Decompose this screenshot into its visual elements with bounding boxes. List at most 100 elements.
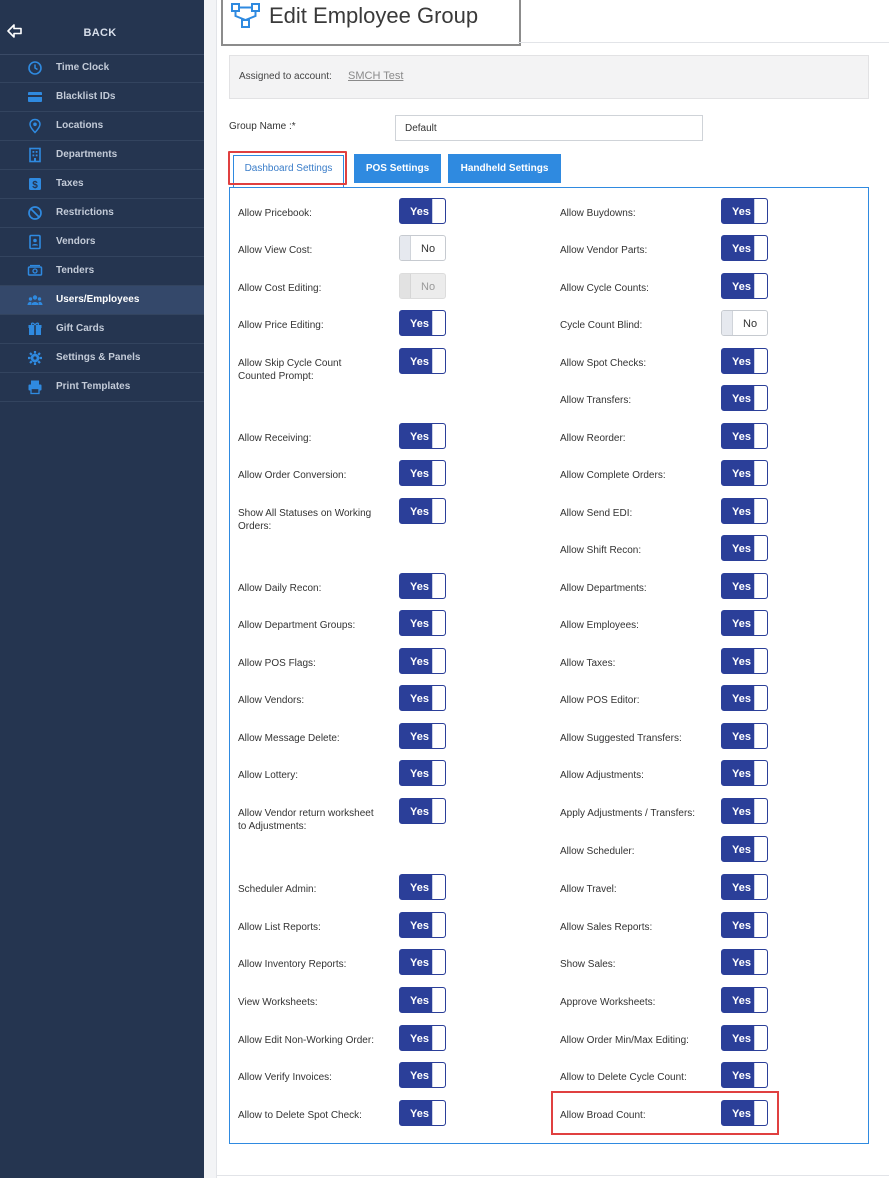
toggle-state: Yes (732, 656, 751, 668)
toggle-scheduler-admin[interactable]: Yes (399, 874, 446, 900)
toggle-knob (432, 875, 445, 899)
tab-pos-settings[interactable]: POS Settings (354, 154, 441, 183)
toggle-allow-skip-cycle-count-counted-prompt[interactable]: Yes (399, 348, 446, 374)
toggle-allow-sales-reports[interactable]: Yes (721, 912, 768, 938)
toggle-allow-transfers[interactable]: Yes (721, 385, 768, 411)
toggle-allow-spot-checks[interactable]: Yes (721, 348, 768, 374)
toggle-allow-reorder[interactable]: Yes (721, 423, 768, 449)
sidebar-item-label: Blacklist IDs (56, 91, 116, 102)
toggle-allow-vendor-return-worksheet-to-adjustments[interactable]: Yes (399, 798, 446, 824)
toggle-allow-daily-recon[interactable]: Yes (399, 573, 446, 599)
label-allow-vendor-parts: Allow Vendor Parts: (560, 245, 648, 256)
toggle-allow-buydowns[interactable]: Yes (721, 198, 768, 224)
toggle-allow-departments[interactable]: Yes (721, 573, 768, 599)
toggle-allow-lottery[interactable]: Yes (399, 760, 446, 786)
sidebar-item-restrictions[interactable]: Restrictions (0, 199, 204, 228)
toggle-allow-pos-flags[interactable]: Yes (399, 648, 446, 674)
toggle-allow-to-delete-spot-check[interactable]: Yes (399, 1100, 446, 1126)
toggle-allow-adjustments[interactable]: Yes (721, 760, 768, 786)
toggle-allow-order-conversion[interactable]: Yes (399, 460, 446, 486)
label-scheduler-admin: Scheduler Admin: (238, 884, 317, 895)
label-allow-department-groups: Allow Department Groups: (238, 620, 356, 631)
sidebar-edge (204, 0, 217, 1178)
toggle-allow-receiving[interactable]: Yes (399, 423, 446, 449)
toggle-allow-travel[interactable]: Yes (721, 874, 768, 900)
toggle-show-sales[interactable]: Yes (721, 949, 768, 975)
toggle-allow-vendor-parts[interactable]: Yes (721, 235, 768, 261)
group-name-value: Default (405, 123, 437, 134)
toggle-allow-order-min-max-editing[interactable]: Yes (721, 1025, 768, 1051)
toggle-view-worksheets[interactable]: Yes (399, 987, 446, 1013)
sidebar-item-vendors[interactable]: Vendors (0, 228, 204, 257)
sidebar-item-users-employees[interactable]: Users/Employees (0, 286, 204, 315)
sidebar-item-settings-panels[interactable]: Settings & Panels (0, 344, 204, 373)
label-allow-pricebook: Allow Pricebook: (238, 208, 312, 219)
account-link[interactable]: SMCH Test (348, 70, 403, 82)
tab-handheld-settings[interactable]: Handheld Settings (448, 154, 561, 183)
sidebar-item-blacklist-ids[interactable]: Blacklist IDs (0, 83, 204, 112)
id-card-icon (28, 92, 42, 102)
group-name-input[interactable]: Default (395, 115, 703, 141)
toggle-allow-shift-recon[interactable]: Yes (721, 535, 768, 561)
sidebar-item-label: Departments (56, 149, 118, 160)
back-button[interactable]: BACK (0, 14, 204, 55)
toggle-knob (754, 1026, 767, 1050)
header-divider (518, 42, 889, 43)
label-allow-view-cost: Allow View Cost: (238, 245, 313, 256)
sidebar-item-gift-cards[interactable]: Gift Cards (0, 315, 204, 344)
sidebar-item-print-templates[interactable]: Print Templates (0, 373, 204, 402)
toggle-state: No (421, 281, 436, 293)
sidebar-item-departments[interactable]: Departments (0, 141, 204, 170)
toggle-allow-department-groups[interactable]: Yes (399, 610, 446, 636)
toggle-allow-message-delete[interactable]: Yes (399, 723, 446, 749)
sidebar-item-time-clock[interactable]: Time Clock (0, 54, 204, 83)
toggle-allow-view-cost[interactable]: No (399, 235, 446, 261)
sidebar-item-label: Vendors (56, 236, 96, 247)
toggle-allow-edit-non-working-order[interactable]: Yes (399, 1025, 446, 1051)
label-view-worksheets: View Worksheets: (238, 997, 318, 1008)
toggle-allow-complete-orders[interactable]: Yes (721, 460, 768, 486)
building-icon (29, 147, 41, 163)
toggle-knob (432, 424, 445, 448)
label-apply-adjustments-transfers: Apply Adjustments / Transfers: (560, 808, 696, 819)
back-label: BACK (83, 27, 117, 39)
toggle-state: Yes (732, 731, 751, 743)
toggle-allow-taxes[interactable]: Yes (721, 648, 768, 674)
toggle-allow-vendors[interactable]: Yes (399, 685, 446, 711)
toggle-allow-broad-count[interactable]: Yes (721, 1100, 768, 1126)
toggle-allow-send-edi[interactable]: Yes (721, 498, 768, 524)
toggle-apply-adjustments-transfers[interactable]: Yes (721, 798, 768, 824)
gear-icon (28, 351, 42, 365)
toggle-state: Yes (732, 1033, 751, 1045)
toggle-state: Yes (732, 206, 751, 218)
toggle-allow-pricebook[interactable]: Yes (399, 198, 446, 224)
toggle-allow-pos-editor[interactable]: Yes (721, 685, 768, 711)
toggle-knob (754, 574, 767, 598)
toggle-allow-scheduler[interactable]: Yes (721, 836, 768, 862)
label-allow-skip-cycle-count-counted-prompt: Allow Skip Cycle Count Counted Prompt: (238, 358, 342, 382)
toggle-allow-cycle-counts[interactable]: Yes (721, 273, 768, 299)
toggle-cycle-count-blind[interactable]: No (721, 310, 768, 336)
sidebar-item-taxes[interactable]: $ Taxes (0, 170, 204, 199)
toggle-allow-list-reports[interactable]: Yes (399, 912, 446, 938)
toggle-show-all-statuses-on-working-orders[interactable]: Yes (399, 498, 446, 524)
toggle-state: No (421, 243, 436, 255)
toggle-allow-employees[interactable]: Yes (721, 610, 768, 636)
sidebar-item-locations[interactable]: Locations (0, 112, 204, 141)
label-show-all-statuses-on-working-orders: Show All Statuses on Working Orders: (238, 508, 372, 532)
toggle-allow-price-editing[interactable]: Yes (399, 310, 446, 336)
toggle-allow-suggested-transfers[interactable]: Yes (721, 723, 768, 749)
toggle-knob (432, 1063, 445, 1087)
toggle-knob (432, 499, 445, 523)
toggle-knob (754, 761, 767, 785)
toggle-state: Yes (410, 693, 429, 705)
toggle-allow-inventory-reports[interactable]: Yes (399, 949, 446, 975)
toggle-allow-verify-invoices[interactable]: Yes (399, 1062, 446, 1088)
label-allow-travel: Allow Travel: (560, 884, 617, 895)
label-allow-daily-recon: Allow Daily Recon: (238, 583, 322, 594)
sidebar-item-tenders[interactable]: Tenders (0, 257, 204, 286)
tab-dashboard-settings[interactable]: Dashboard Settings (233, 155, 344, 188)
toggle-approve-worksheets[interactable]: Yes (721, 987, 768, 1013)
toggle-knob (754, 686, 767, 710)
toggle-allow-to-delete-cycle-count[interactable]: Yes (721, 1062, 768, 1088)
